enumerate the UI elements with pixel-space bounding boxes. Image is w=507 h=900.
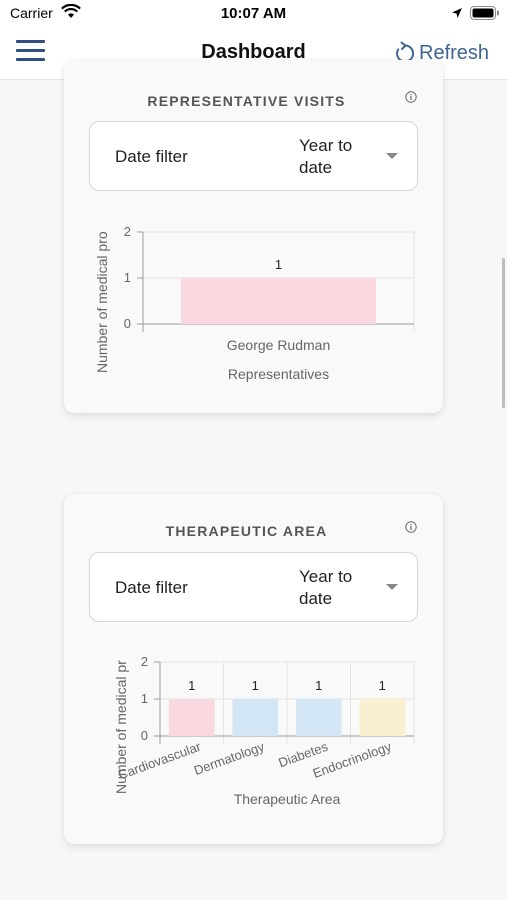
bar (180, 278, 377, 324)
status-bar: Carrier 10:07 AM (0, 0, 507, 28)
y-tick-label: 0 (124, 316, 131, 331)
data-label: 1 (315, 678, 322, 693)
date-filter-label: Date filter (115, 147, 188, 166)
y-tick-label: 1 (141, 691, 148, 706)
y-axis-title: Number of medical pro (94, 231, 110, 373)
x-axis-title: Representatives (228, 366, 329, 382)
location-arrow-icon (451, 6, 463, 23)
x-axis-title: Therapeutic Area (234, 791, 341, 807)
data-label: 1 (275, 257, 282, 272)
card-title: THERAPEUTIC AREA (165, 523, 328, 539)
data-label: 1 (188, 678, 195, 693)
data-label: 1 (252, 678, 259, 693)
chevron-down-icon (386, 153, 398, 159)
therapeutic-area-chart: 0121Cardiovascular1Dermatology1Diabetes1… (113, 654, 415, 807)
chevron-down-icon (386, 584, 398, 590)
y-tick-label: 1 (124, 270, 131, 285)
bar (232, 699, 279, 736)
info-icon[interactable] (405, 91, 417, 103)
info-icon[interactable] (405, 521, 417, 533)
date-filter-value: Year to date (299, 136, 353, 177)
x-tick-label: Dermatology (192, 739, 267, 778)
scrollbar[interactable] (502, 258, 505, 408)
y-tick-label: 2 (141, 654, 148, 669)
date-filter-label: Date filter (115, 578, 188, 597)
representative-visits-card: REPRESENTATIVE VISITS Date filter Year t… (64, 60, 443, 413)
y-axis-title: Number of medical pr (113, 660, 129, 794)
hamburger-menu-icon[interactable] (16, 40, 46, 64)
bar (168, 699, 215, 736)
battery-icon (470, 6, 500, 24)
x-tick-label: George Rudman (227, 337, 331, 353)
y-tick-label: 0 (141, 728, 148, 743)
date-filter-dropdown[interactable]: Date filter Year to date (89, 121, 418, 191)
y-tick-label: 2 (124, 224, 131, 239)
bar (359, 699, 406, 736)
card-title: REPRESENTATIVE VISITS (147, 93, 346, 109)
representative-visits-chart: 0 1 2 1 George Rudman Representatives Number o… (94, 224, 415, 382)
date-filter-dropdown[interactable]: Date filter Year to date (89, 552, 418, 622)
data-label: 1 (379, 678, 386, 693)
therapeutic-area-card: THERAPEUTIC AREA Date filter Year to dat… (64, 494, 443, 844)
date-filter-value: Year to date (299, 567, 353, 608)
bar (295, 699, 342, 736)
x-tick-label: Cardiovascular (116, 738, 203, 782)
clock-time: 10:07 AM (220, 5, 287, 22)
